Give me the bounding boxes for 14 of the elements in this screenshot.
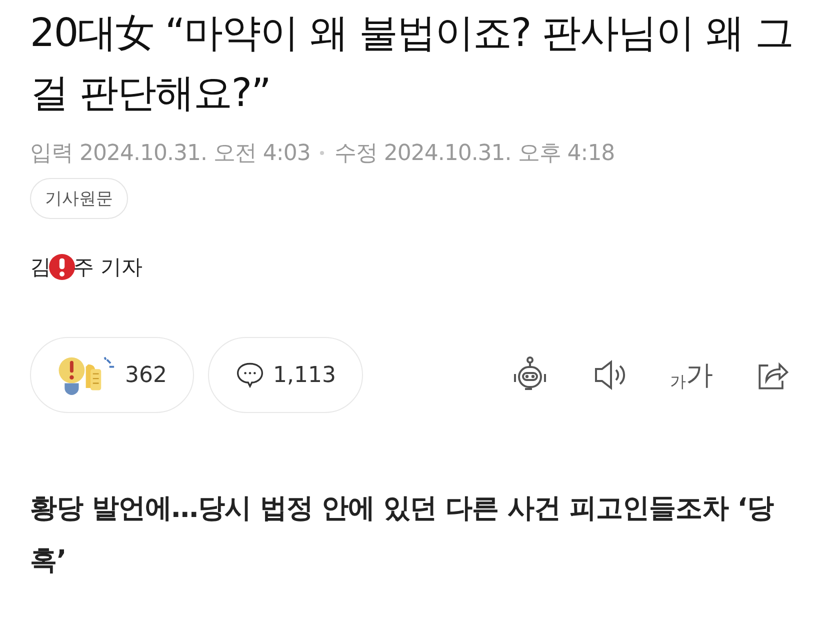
speech-bubble-icon: [235, 360, 265, 390]
original-article-button[interactable]: 기사원문: [30, 178, 128, 219]
comment-button[interactable]: 1,113: [208, 337, 363, 413]
reporter-name: 김: [30, 254, 51, 281]
timestamp: 수정 2024.10.31. 오후 4:18: [334, 140, 615, 168]
reaction-button[interactable]: 362: [30, 337, 194, 413]
article-title: 20대女 “마약이 왜 불법이죠? 판사님이 왜 그걸 판단해요?”: [30, 10, 794, 118]
alert-icon: [49, 254, 75, 280]
reporter-name: 주 기자: [73, 254, 143, 281]
font-size-button[interactable]: 가가: [670, 357, 713, 393]
article-subtitle: 황당 발언에…당시 법정 안에 있던 다른 사건 피고인들조차 ‘당혹’: [30, 492, 775, 578]
separator-dot: [320, 151, 324, 155]
reaction-icon: [57, 355, 117, 395]
timestamp: 입력 2024.10.31. 오전 4:03: [30, 140, 310, 168]
